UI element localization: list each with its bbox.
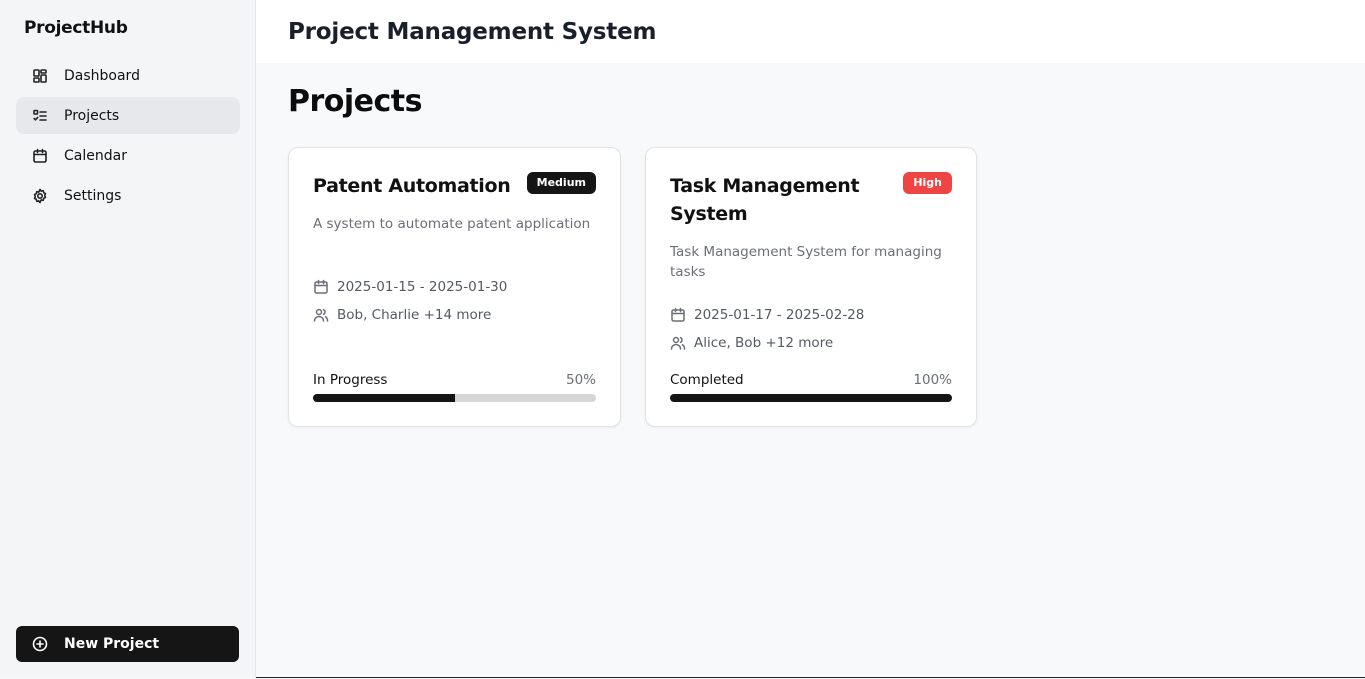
project-members: Alice, Bob +12 more — [670, 335, 833, 351]
status-label: In Progress — [313, 372, 388, 388]
project-description: Task Management System for managing task… — [670, 244, 942, 280]
project-title: Task Management System — [670, 175, 860, 225]
status-label: Completed — [670, 372, 744, 388]
project-title: Patent Automation — [313, 175, 511, 197]
calendar-icon — [314, 279, 328, 294]
sidebar-item-label: Dashboard — [64, 67, 140, 84]
member-list: Alice, Bob +12 more — [694, 335, 834, 351]
plus-circle-icon — [32, 636, 48, 652]
card-header: Patent Automation Medium — [313, 172, 596, 200]
status-row: In Progress 50% — [313, 372, 596, 388]
progress-percent: 50% — [565, 372, 596, 388]
projects-list-icon — [32, 108, 48, 124]
users-icon — [313, 308, 329, 322]
project-members: Bob, Charlie +14 more — [313, 307, 491, 323]
project-description: A system to automate patent application — [313, 216, 591, 232]
calendar-icon — [671, 307, 685, 322]
page-title: Projects — [288, 84, 423, 119]
sidebar-item-settings[interactable]: Settings — [16, 177, 240, 214]
app-title: Project Management System — [288, 18, 657, 45]
priority-badge: Medium — [526, 172, 596, 194]
progress-fill — [670, 394, 952, 402]
app-shell: ProjectHub Dashboard Projects Calendar S… — [0, 0, 1365, 678]
card-header: Task Management System High — [670, 172, 952, 228]
priority-badge: High — [903, 172, 952, 194]
gear-icon — [32, 188, 48, 204]
sidebar-item-label: Calendar — [64, 147, 127, 164]
sidebar: ProjectHub Dashboard Projects Calendar S… — [0, 0, 256, 678]
sidebar-item-label: Projects — [64, 107, 120, 124]
sidebar-item-projects[interactable]: Projects — [16, 97, 240, 134]
sidebar-item-calendar[interactable]: Calendar — [16, 137, 240, 174]
sidebar-item-label: Settings — [64, 187, 122, 204]
status-row: Completed 100% — [670, 372, 952, 388]
member-list: Bob, Charlie +14 more — [337, 307, 492, 323]
date-range: 2025-01-17 - 2025-02-28 — [694, 307, 865, 323]
progress-bar — [670, 394, 952, 402]
top-header: Project Management System — [256, 0, 1365, 63]
calendar-icon — [32, 148, 48, 164]
dashboard-icon — [32, 68, 48, 84]
users-icon — [670, 336, 686, 350]
project-dates: 2025-01-17 - 2025-02-28 — [670, 307, 864, 323]
project-card[interactable]: Task Management System High Task Managem… — [645, 147, 977, 427]
new-project-button[interactable]: New Project — [16, 626, 239, 662]
sidebar-item-dashboard[interactable]: Dashboard — [16, 57, 240, 94]
brand-logo[interactable]: ProjectHub — [24, 18, 128, 38]
project-dates: 2025-01-15 - 2025-01-30 — [313, 279, 507, 295]
main-content: Project Management System Projects Paten… — [256, 0, 1365, 678]
new-project-label: New Project — [64, 636, 160, 652]
date-range: 2025-01-15 - 2025-01-30 — [337, 279, 508, 295]
project-card[interactable]: Patent Automation Medium A system to aut… — [288, 147, 621, 427]
progress-bar — [313, 394, 596, 402]
sidebar-nav: Dashboard Projects Calendar Settings — [16, 57, 240, 217]
progress-percent: 100% — [913, 372, 952, 388]
progress-fill — [313, 394, 455, 402]
